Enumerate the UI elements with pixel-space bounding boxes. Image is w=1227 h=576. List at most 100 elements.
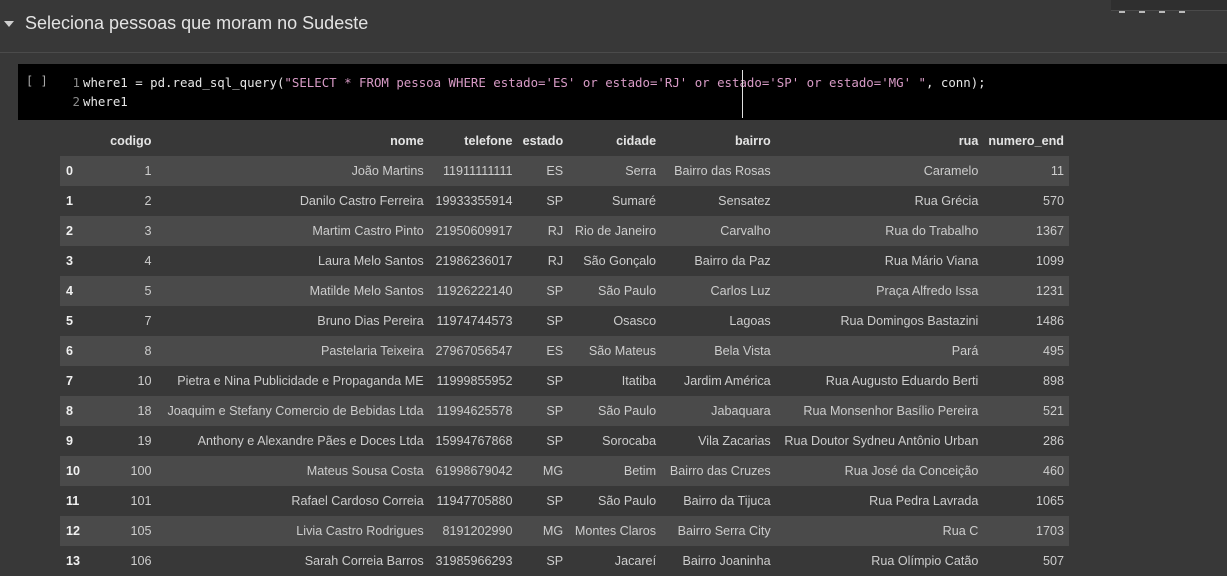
table-cell: 286 [983,426,1069,456]
column-header-rua: rua [775,126,984,156]
table-row: 0 1 João Martins 11911111111 ES Serra Bairro d… [60,156,1069,186]
row-index: 9 [60,426,90,456]
dataframe-table: codigo nome telefone estado cidade bairr… [60,126,1069,576]
row-index: 8 [60,396,90,426]
table-cell: João Martins [156,156,429,186]
table-cell: 61998679042 [428,456,518,486]
section-title: Seleciona pessoas que moram no Sudeste [25,13,369,33]
table-cell: 105 [89,516,157,546]
table-cell: Montes Claros [568,516,662,546]
table-cell: Anthony e Alexandre Pães e Doces Ltda [156,426,429,456]
code-text: , conn); [925,75,986,90]
cell-output: codigo nome telefone estado cidade bairr… [60,126,1069,576]
table-cell: Bruno Dias Pereira [156,306,429,336]
table-cell: Livia Castro Rodrigues [156,516,429,546]
table-cell: Jacareí [568,546,662,576]
row-index: 1 [60,186,90,216]
table-row: 11 101 Rafael Cardoso Correia 11947705880 SP… [60,486,1069,516]
markdown-cell[interactable]: Seleciona pessoas que moram no Sudeste [0,0,1227,53]
table-cell: São Paulo [568,486,662,516]
table-cell: Bairro da Paz [661,246,776,276]
code-text: where1 [83,94,128,109]
table-row: 4 5 Matilde Melo Santos 11926222140 SP São Pa… [60,276,1069,306]
table-cell: 10 [89,366,157,396]
table-cell: SP [517,186,569,216]
table-cell: MG [517,456,569,486]
table-cell: 8 [89,336,157,366]
table-cell: Vila Zacarias [661,426,776,456]
table-cell: RJ [517,246,569,276]
table-cell: Rua José da Conceição [775,456,984,486]
table-cell: 11947705880 [428,486,518,516]
table-cell: 15994767868 [428,426,518,456]
row-index: 12 [60,516,90,546]
table-cell: 570 [983,186,1069,216]
table-row: 8 18 Joaquim e Stefany Comercio de Bebidas… [60,396,1069,426]
table-cell: Bairro da Tijuca [661,486,776,516]
code-cell[interactable]: [ ] 1 where1 = pd.read_sql_query("SELECT … [18,64,1227,120]
table-cell: Sumaré [568,186,662,216]
table-cell: São Mateus [568,336,662,366]
table-cell: 11974744573 [428,306,518,336]
table-cell: 27967056547 [428,336,518,366]
column-header-numero-end: numero_end [983,126,1069,156]
table-cell: 7 [89,306,157,336]
table-row: 13 106 Sarah Correia Barros 31985966293 SP Ja… [60,546,1069,576]
table-cell: Matilde Melo Santos [156,276,429,306]
table-cell: ES [517,336,569,366]
table-cell: 1703 [983,516,1069,546]
code-line-1[interactable]: 1 where1 = pd.read_sql_query("SELECT * FR… [68,75,986,90]
table-row: 1 2 Danilo Castro Ferreira 19933355914 SP Sum… [60,186,1069,216]
text-cursor [742,70,743,118]
table-cell: 11926222140 [428,276,518,306]
table-cell: 1 [89,156,157,186]
table-cell: Rua Mário Viana [775,246,984,276]
row-index: 13 [60,546,90,576]
table-row: 10 100 Mateus Sousa Costa 61998679042 MG Beti… [60,456,1069,486]
column-header-index [60,126,90,156]
table-cell: Praça Alfredo Issa [775,276,984,306]
table-cell: SP [517,306,569,336]
run-cell-button[interactable]: [ ] [26,74,48,88]
table-cell: SP [517,366,569,396]
column-header-telefone: telefone [428,126,518,156]
row-index: 6 [60,336,90,366]
table-cell: 11994625578 [428,396,518,426]
row-index: 7 [60,366,90,396]
row-index: 3 [60,246,90,276]
row-index: 2 [60,216,90,246]
table-cell: SP [517,486,569,516]
table-cell: 495 [983,336,1069,366]
table-cell: Danilo Castro Ferreira [156,186,429,216]
table-cell: 11911111111 [428,156,518,186]
collapse-section-icon[interactable] [4,21,14,27]
table-cell: São Gonçalo [568,246,662,276]
table-cell: 460 [983,456,1069,486]
row-index: 0 [60,156,90,186]
column-header-bairro: bairro [661,126,776,156]
table-cell: Jardim América [661,366,776,396]
table-cell: Serra [568,156,662,186]
table-cell: Sorocaba [568,426,662,456]
table-cell: São Paulo [568,396,662,426]
code-line-2[interactable]: 2 where1 [68,94,128,109]
code-string: "SELECT * FROM pessoa WHERE estado='ES' … [284,75,926,90]
table-row: 2 3 Martim Castro Pinto 21950609917 RJ Rio de… [60,216,1069,246]
table-cell: SP [517,396,569,426]
table-cell: SP [517,426,569,456]
table-cell: Jabaquara [661,396,776,426]
row-index: 5 [60,306,90,336]
table-cell: 1231 [983,276,1069,306]
table-cell: São Paulo [568,276,662,306]
table-cell: 2 [89,186,157,216]
table-cell: Rua Monsenhor Basílio Pereira [775,396,984,426]
table-cell: Carvalho [661,216,776,246]
table-row: 6 8 Pastelaria Teixeira 27967056547 ES São Ma… [60,336,1069,366]
table-cell: Caramelo [775,156,984,186]
table-cell: 1367 [983,216,1069,246]
table-cell: 18 [89,396,157,426]
table-cell: 4 [89,246,157,276]
table-row: 7 10 Pietra e Nina Publicidade e Propagand… [60,366,1069,396]
table-cell: Osasco [568,306,662,336]
table-cell: 100 [89,456,157,486]
